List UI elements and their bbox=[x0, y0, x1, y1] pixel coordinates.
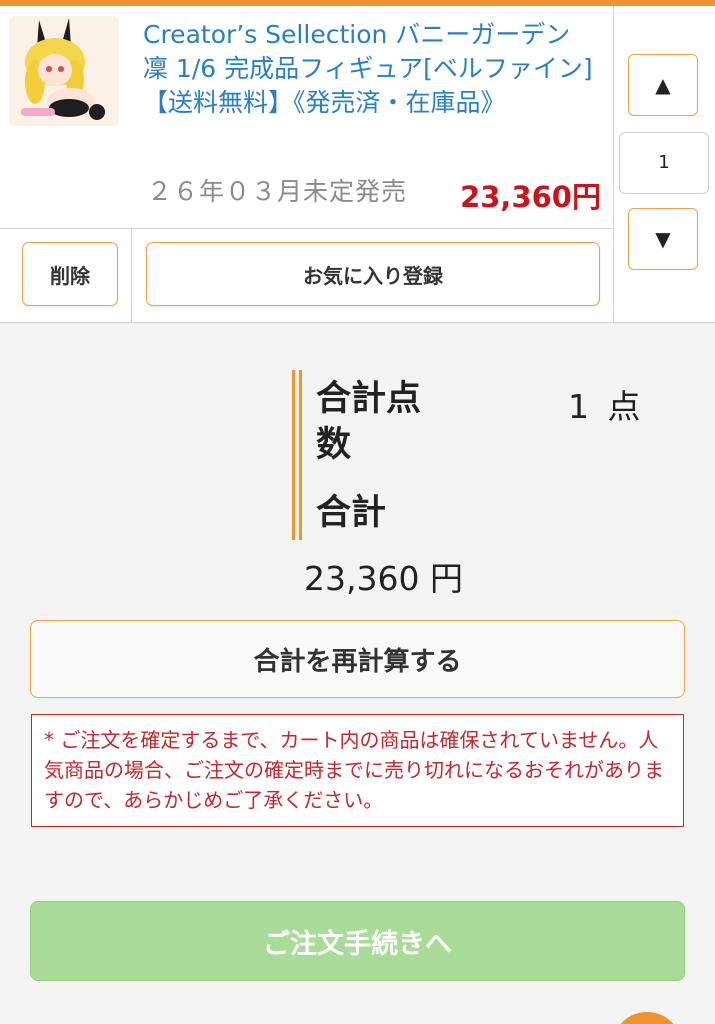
total-value: 23,360 円 bbox=[304, 559, 463, 598]
quantity-stepper: ▲ 1 ▼ bbox=[614, 6, 715, 322]
triangle-up-icon: ▲ bbox=[655, 73, 671, 97]
cart-page: Creator’s Sellection バニーガーデン 凜 1/6 完成品フィ… bbox=[0, 0, 715, 1024]
cart-item-actions: 削除 お気に入り登録 bbox=[0, 228, 614, 322]
quantity-input[interactable]: 1 bbox=[619, 132, 709, 194]
recalculate-button[interactable]: 合計を再計算する bbox=[30, 620, 685, 698]
floating-action-button[interactable] bbox=[612, 1012, 682, 1024]
stock-notice: * ご注文を確定するまで、カート内の商品は確保されていません。人気商品の場合、ご… bbox=[31, 714, 684, 827]
product-name-link[interactable]: Creator’s Sellection バニーガーデン 凜 1/6 完成品フィ… bbox=[143, 18, 603, 120]
cart-item: Creator’s Sellection バニーガーデン 凜 1/6 完成品フィ… bbox=[0, 6, 715, 323]
delete-button[interactable]: 削除 bbox=[22, 242, 118, 306]
summary-accent-bar bbox=[292, 370, 302, 540]
total-count-value: 1 点 bbox=[568, 387, 645, 426]
item-price: 23,360円 bbox=[460, 180, 601, 214]
cart-item-main: Creator’s Sellection バニーガーデン 凜 1/6 完成品フィ… bbox=[0, 6, 614, 229]
total-label: 合計 bbox=[316, 493, 387, 533]
cart-summary: 合計点数 1 点 合計 bbox=[290, 368, 690, 540]
product-thumbnail[interactable] bbox=[9, 16, 119, 126]
release-date: ２６年０３月未定発売 bbox=[147, 177, 408, 206]
quantity-down-button[interactable]: ▼ bbox=[628, 208, 698, 270]
quantity-up-button[interactable]: ▲ bbox=[628, 54, 698, 116]
add-favorite-button[interactable]: お気に入り登録 bbox=[146, 242, 600, 306]
figure-thumbnail-icon bbox=[9, 16, 119, 126]
total-count-label: 合計点数 bbox=[316, 379, 422, 465]
proceed-to-order-button[interactable]: ご注文手続きへ bbox=[30, 901, 685, 981]
triangle-down-icon: ▼ bbox=[655, 227, 671, 251]
action-divider bbox=[131, 228, 132, 322]
